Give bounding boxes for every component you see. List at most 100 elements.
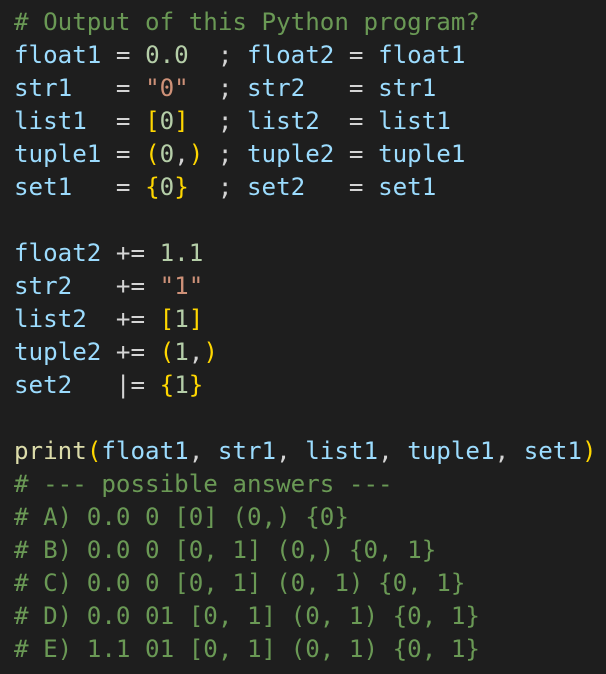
- number-token: 0.0: [145, 41, 189, 69]
- comment-token: # --- possible answers ---: [14, 470, 393, 498]
- operator-token: +=: [86, 305, 160, 333]
- comment-token: # B) 0.0 0 [0, 1] (0,) {0, 1}: [14, 536, 437, 564]
- operator-token: =: [72, 74, 146, 102]
- variable-token: float1: [101, 437, 189, 465]
- code-line: float1 = 0.0 ; float2 = float1: [14, 39, 606, 72]
- code-line: set2 |= {1}: [14, 369, 606, 402]
- operator-token: =: [72, 173, 146, 201]
- bracket-token: ): [188, 140, 204, 168]
- operator-token: ;: [203, 140, 247, 168]
- operator-token: ,: [188, 437, 218, 465]
- operator-token: ;: [188, 173, 247, 201]
- variable-token: float2: [247, 41, 335, 69]
- variable-token: set1: [378, 173, 437, 201]
- bracket-token: ]: [188, 305, 204, 333]
- code-line: tuple1 = (0,) ; tuple2 = tuple1: [14, 138, 606, 171]
- comment-token: # C) 0.0 0 [0, 1] (0, 1) {0, 1}: [14, 569, 466, 597]
- variable-token: list1: [305, 437, 379, 465]
- variable-token: list1: [378, 107, 451, 135]
- operator-token: =: [319, 107, 379, 135]
- operator-token: ,: [276, 437, 306, 465]
- variable-token: set1: [523, 437, 582, 465]
- variable-token: float1: [14, 41, 102, 69]
- operator-token: =: [101, 41, 146, 69]
- number-token: 1: [174, 371, 189, 399]
- string-token: "1": [159, 272, 204, 300]
- variable-token: tuple2: [247, 140, 335, 168]
- bracket-token: ]: [174, 107, 189, 135]
- operator-token: ,: [378, 437, 408, 465]
- operator-token: =: [305, 173, 379, 201]
- code-line: float2 += 1.1: [14, 237, 606, 270]
- code-block: # Output of this Python program? float1 =…: [14, 6, 606, 666]
- variable-token: set2: [247, 173, 306, 201]
- operator-token: +=: [101, 338, 160, 366]
- operator-token: ;: [188, 41, 247, 69]
- variable-token: list2: [14, 305, 87, 333]
- code-line: # B) 0.0 0 [0, 1] (0,) {0, 1}: [14, 534, 606, 567]
- variable-token: str1: [14, 74, 73, 102]
- variable-token: list2: [247, 107, 320, 135]
- number-token: 0: [159, 140, 175, 168]
- variable-token: float2: [14, 239, 102, 267]
- bracket-token: ): [581, 437, 597, 465]
- variable-token: list1: [14, 107, 87, 135]
- bracket-token: }: [174, 173, 189, 201]
- number-token: 1: [174, 305, 189, 333]
- variable-token: tuple1: [407, 437, 495, 465]
- variable-token: tuple1: [14, 140, 102, 168]
- bracket-token: [: [145, 107, 160, 135]
- code-line: set1 = {0} ; set2 = set1: [14, 171, 606, 204]
- bracket-token: (: [159, 338, 175, 366]
- operator-token: ;: [188, 74, 247, 102]
- code-line: # C) 0.0 0 [0, 1] (0, 1) {0, 1}: [14, 567, 606, 600]
- number-token: 0: [159, 173, 175, 201]
- variable-token: tuple1: [378, 140, 466, 168]
- operator-token: =: [305, 74, 379, 102]
- variable-token: set1: [14, 173, 73, 201]
- variable-token: tuple2: [14, 338, 102, 366]
- variable-token: set2: [14, 371, 73, 399]
- comment-token: # D) 0.0 01 [0, 1] (0, 1) {0, 1}: [14, 602, 480, 630]
- code-line: # D) 0.0 01 [0, 1] (0, 1) {0, 1}: [14, 600, 606, 633]
- variable-token: str1: [378, 74, 437, 102]
- operator-token: |=: [72, 371, 160, 399]
- operator-token: ,: [174, 140, 189, 168]
- bracket-token: {: [159, 371, 175, 399]
- number-token: 0: [159, 107, 175, 135]
- comment-token: # E) 1.1 01 [0, 1] (0, 1) {0, 1}: [14, 635, 480, 663]
- bracket-token: ): [203, 338, 218, 366]
- bracket-token: (: [145, 140, 160, 168]
- variable-token: float1: [378, 41, 466, 69]
- operator-token: =: [334, 41, 379, 69]
- variable-token: str2: [247, 74, 306, 102]
- number-token: 1: [174, 338, 189, 366]
- code-line: # A) 0.0 0 [0] (0,) {0}: [14, 501, 606, 534]
- code-line: list1 = [0] ; list2 = list1: [14, 105, 606, 138]
- code-line: tuple2 += (1,): [14, 336, 606, 369]
- operator-token: ,: [188, 338, 204, 366]
- code-line: str2 += "1": [14, 270, 606, 303]
- number-token: 1.1: [159, 239, 204, 267]
- operator-token: =: [86, 107, 146, 135]
- operator-token: +=: [72, 272, 160, 300]
- code-line: # Output of this Python program?: [14, 6, 606, 39]
- variable-token: str1: [217, 437, 277, 465]
- code-line: # E) 1.1 01 [0, 1] (0, 1) {0, 1}: [14, 633, 606, 666]
- comment-token: # A) 0.0 0 [0] (0,) {0}: [14, 503, 349, 531]
- operator-token: +=: [101, 239, 160, 267]
- variable-token: str2: [14, 272, 73, 300]
- bracket-token: [: [159, 305, 175, 333]
- string-token: "0": [145, 74, 189, 102]
- code-editor[interactable]: # Output of this Python program? float1 =…: [0, 0, 606, 674]
- operator-token: ,: [494, 437, 524, 465]
- code-line: # --- possible answers ---: [14, 468, 606, 501]
- operator-token: =: [334, 140, 379, 168]
- code-line: print(float1, str1, list1, tuple1, set1): [14, 435, 606, 468]
- comment-token: # Output of this Python program?: [14, 8, 480, 36]
- bracket-token: (: [86, 437, 102, 465]
- bracket-token: }: [188, 371, 204, 399]
- operator-token: =: [101, 140, 146, 168]
